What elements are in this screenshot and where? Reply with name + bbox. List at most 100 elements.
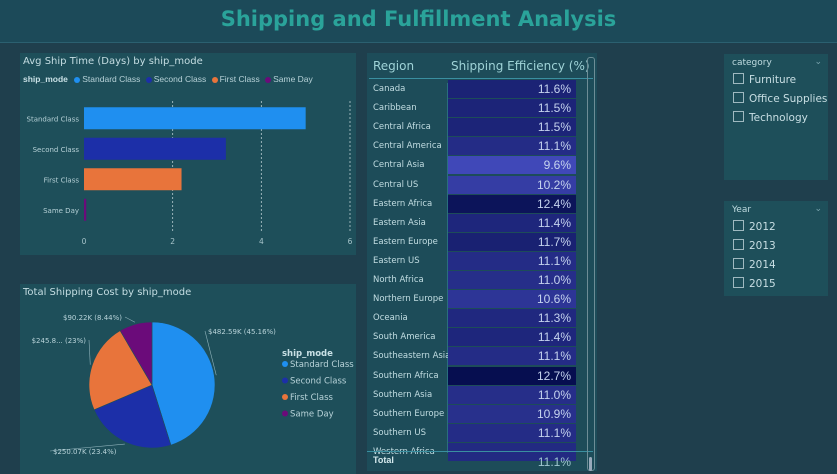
region-name: Northern Europe [373,294,444,305]
table-row[interactable]: Central Asia 9.6% [367,156,593,175]
efficiency-cell: 11.1% [448,347,576,366]
table-total-row: Total 11.1% [367,451,593,472]
col-header-region[interactable]: Region [373,59,414,73]
efficiency-cell: 11.6% [448,80,576,98]
bar-first-class [84,168,182,191]
y-category-label: Standard Class [27,115,80,123]
x-tick-label: 6 [348,237,353,246]
table-row[interactable]: Central America 11.1% [367,137,593,156]
table-row[interactable]: Northern Europe 10.6% [367,290,593,309]
table-row[interactable]: Oceania 11.3% [367,309,593,328]
table-row[interactable]: Southeastern Asia 11.1% [367,347,593,366]
table-row[interactable]: Caribbean 11.5% [367,99,593,118]
category-slicer[interactable]: category ⌄ Furniture Office Supplies Tec… [724,54,828,180]
region-name: Southern Africa [373,370,439,381]
region-name: Eastern Asia [373,217,426,228]
table-row[interactable]: Southern Europe 10.9% [367,404,593,424]
checkbox[interactable] [733,73,744,84]
efficiency-cell: 11.1% [448,137,576,156]
pie-legend-dot [282,377,288,384]
table-row[interactable]: Central US 10.2% [367,175,593,195]
pie-legend-label: ship_mode [282,349,333,359]
region-name: South America [373,332,436,343]
table-row[interactable]: Southern US 11.1% [367,423,593,443]
table-row[interactable]: Eastern Africa 12.4% [367,194,593,214]
table-row[interactable]: Eastern Asia 11.4% [367,213,593,233]
efficiency-cell: 11.4% [448,213,576,232]
year-option-2012[interactable]: 2012 [733,220,776,233]
category-option-office-supplies[interactable]: Office Supplies [733,92,827,105]
col-header-efficiency[interactable]: Shipping Efficiency (%) [451,59,590,73]
efficiency-cell: 12.4% [448,194,576,213]
total-label: Total [373,455,394,465]
year-option-2015[interactable]: 2015 [733,277,776,290]
efficiency-cell: 10.6% [448,290,576,309]
y-category-label: Same Day [43,207,79,215]
efficiency-cell: 11.4% [448,328,576,347]
table-row[interactable]: Canada 11.6% [367,80,593,99]
pie-legend-item: Standard Class [290,360,354,370]
pie-data-label-second: $250.07K (23.4%) [53,448,117,456]
bar-second-class [84,137,226,160]
chevron-down-icon[interactable]: ⌄ [814,56,822,67]
table-row[interactable]: Southern Asia 11.0% [367,385,593,405]
checkbox[interactable] [733,277,744,288]
shipping-cost-pie[interactable]: Total Shipping Cost by ship_mode $482.59… [20,284,356,474]
table-row[interactable]: Central Africa 11.5% [367,118,593,137]
bar-same-day [84,198,87,221]
region-name: Southern Asia [373,389,433,400]
checkbox[interactable] [733,220,744,231]
region-name: Southeastern Asia [373,351,451,362]
year-slicer-title: Year [732,205,752,215]
x-tick-label: 0 [82,237,87,246]
region-name: Canada [373,84,406,94]
category-slicer-title: category [732,58,772,68]
y-category-label: Second Class [33,146,80,154]
year-slicer[interactable]: Year ⌄ 2012 2013 2014 2015 [724,201,828,296]
table-row[interactable]: South America 11.4% [367,328,593,347]
header-divider [369,78,593,79]
pie-legend-item: Same Day [290,410,334,420]
efficiency-cell: 9.6% [448,156,576,175]
region-efficiency-table[interactable]: Region Shipping Efficiency (%) Canada 11.… [367,53,597,471]
efficiency-cell: 11.0% [448,385,576,404]
region-name: Central US [373,179,419,190]
total-value: 11.1% [537,455,571,469]
pie-legend-dot [282,361,288,367]
pie-data-label-sameday: $90.22K (8.44%) [63,314,122,322]
year-option-2014[interactable]: 2014 [733,258,776,271]
efficiency-cell: 11.3% [448,309,576,328]
pie-leader-line [88,339,91,365]
checkbox[interactable] [733,239,744,250]
table-row[interactable]: Eastern US 11.1% [367,251,593,271]
category-option-technology[interactable]: Technology [733,111,808,124]
efficiency-cell: 11.0% [448,271,576,289]
table-scroll-thumb[interactable] [589,457,592,471]
region-name: North Africa [373,275,424,285]
table-row[interactable]: Southern Africa 12.7% [367,366,593,386]
table-scrollbar[interactable] [587,57,595,471]
region-name: Eastern Europe [373,236,438,247]
region-name: Caribbean [373,103,417,114]
x-tick-label: 2 [170,237,175,246]
region-name: Central America [373,141,442,152]
x-tick-label: 4 [259,237,264,246]
bar-standard-class [84,107,306,130]
chevron-down-icon[interactable]: ⌄ [814,203,822,214]
bar-chart-svg: 0 2 4 6 Standard Class Second Class First Clas… [27,101,353,246]
checkbox[interactable] [733,258,744,269]
y-category-label: First Class [44,176,80,184]
efficiency-cell: 11.1% [448,251,576,270]
checkbox[interactable] [733,111,744,122]
checkbox[interactable] [733,92,744,103]
table-row[interactable]: North Africa 11.0% [367,271,593,290]
pie-legend-dot [282,410,288,417]
pie-legend-item: First Class [290,393,334,403]
avg-ship-time-chart[interactable]: Avg Ship Time (Days) by ship_mode ship_m… [20,53,356,255]
year-option-2013[interactable]: 2013 [733,239,776,252]
region-name: Central Asia [373,160,425,171]
efficiency-cell: 10.2% [448,175,576,194]
page-title: Shipping and Fulfillment Analysis [220,7,617,31]
table-row[interactable]: Eastern Europe 11.7% [367,232,593,252]
category-option-furniture[interactable]: Furniture [733,73,796,86]
